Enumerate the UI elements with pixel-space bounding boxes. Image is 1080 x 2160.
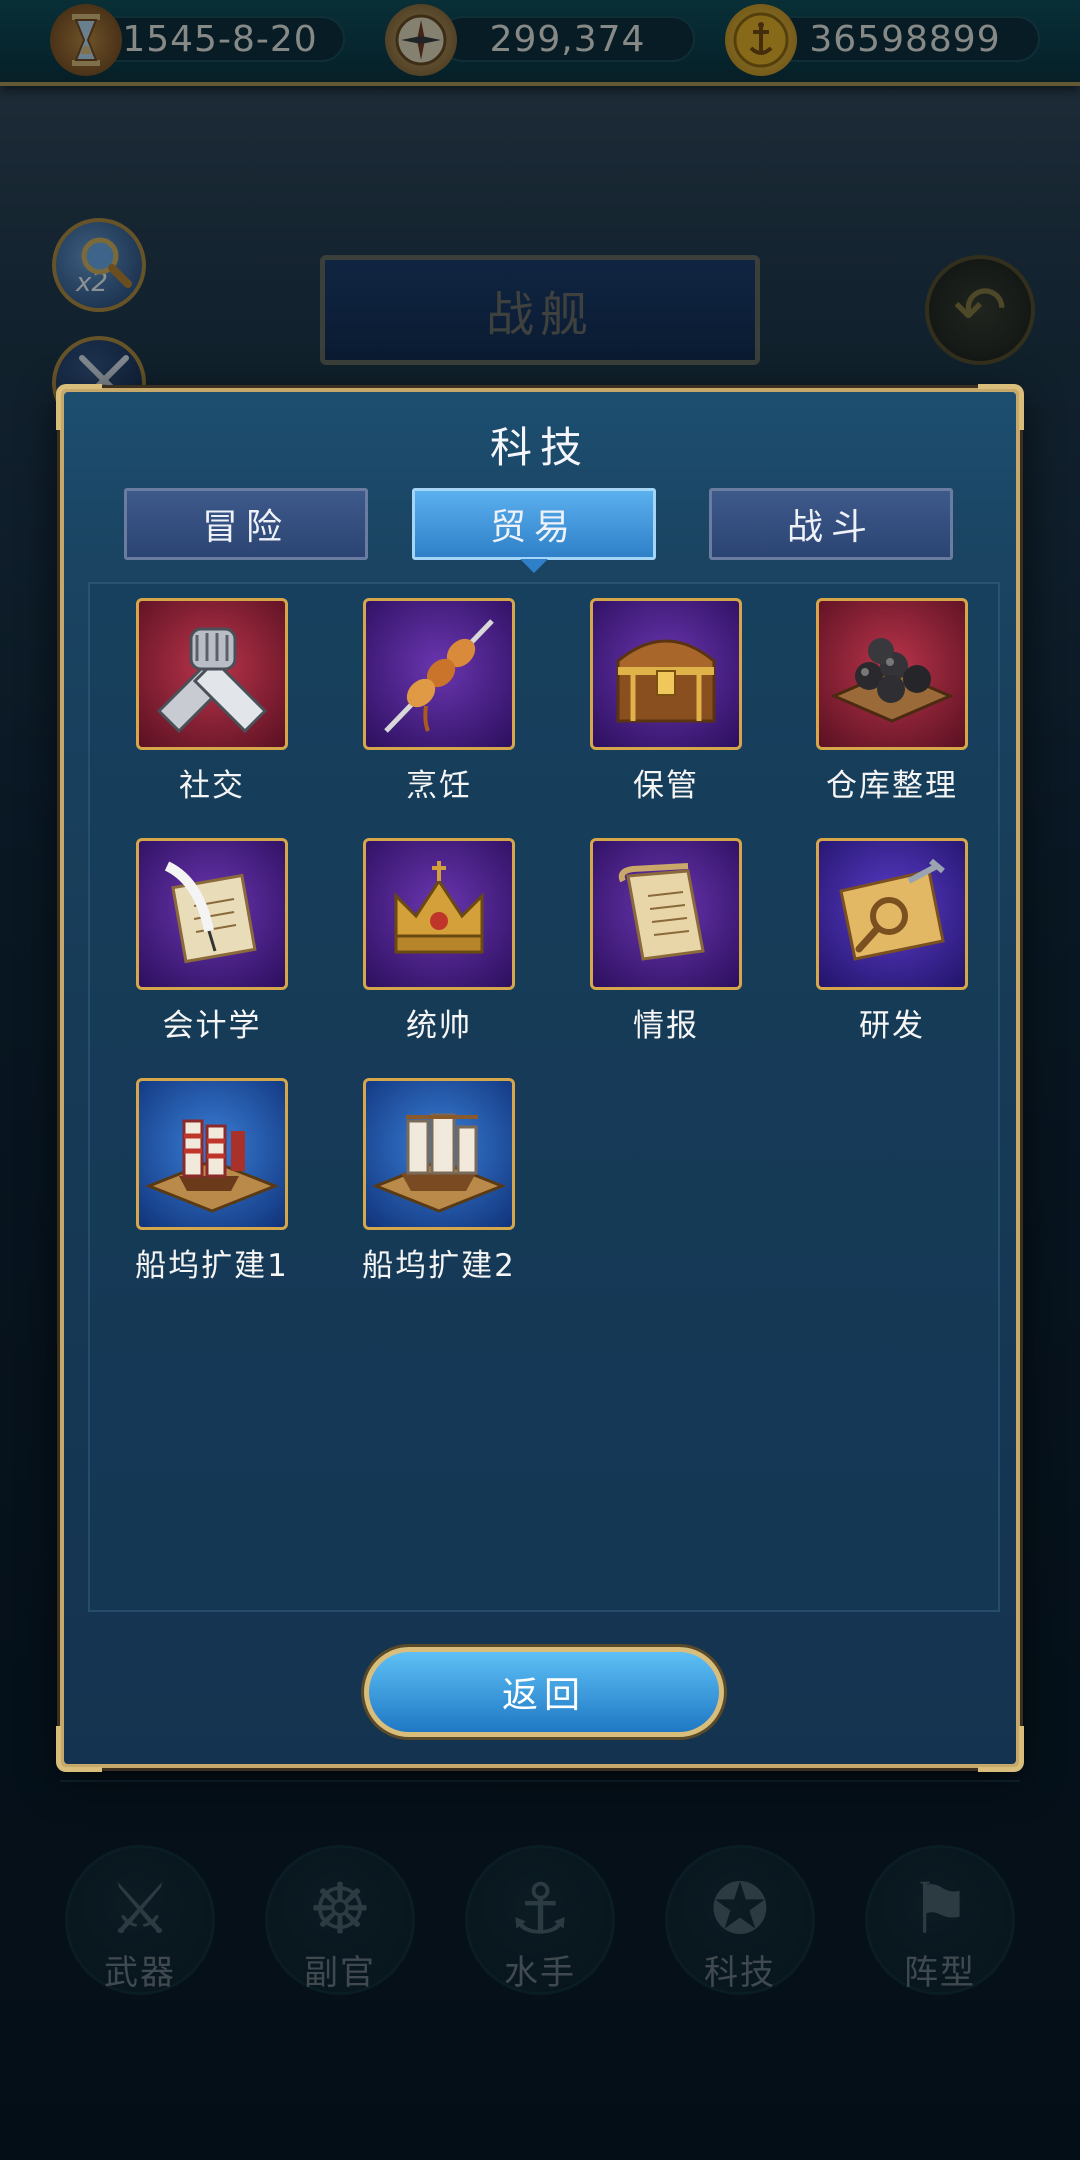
skill-warehouse[interactable]: 仓库整理 (802, 598, 982, 805)
skill-label: 研发 (859, 1008, 925, 1044)
handshake-gauntlet-icon (136, 598, 288, 750)
tech-panel: 科技 冒险 贸易 战斗 社交 烹饪 保管 仓库整理 会计学 统帅 情报 研发 船… (56, 384, 1024, 1772)
dock-ship-icon (136, 1078, 288, 1230)
skill-intel[interactable]: 情报 (576, 838, 756, 1045)
dock-ship-icon (363, 1078, 515, 1230)
tab-adventure[interactable]: 冒险 (124, 488, 368, 560)
frame-corner (978, 1726, 1024, 1772)
crown-icon (363, 838, 515, 990)
skill-label: 船坞扩建2 (362, 1248, 516, 1284)
blueprint-wrench-icon (816, 838, 968, 990)
skill-social[interactable]: 社交 (122, 598, 302, 805)
skewer-icon (363, 598, 515, 750)
tab-trade[interactable]: 贸易 (412, 488, 656, 573)
skill-accounting[interactable]: 会计学 (122, 838, 302, 1045)
skill-dock-expand-1[interactable]: 船坞扩建1 (122, 1078, 302, 1285)
skill-label: 船坞扩建1 (135, 1248, 289, 1284)
skill-cooking[interactable]: 烹饪 (349, 598, 529, 805)
skill-label: 社交 (179, 768, 245, 804)
panel-title: 科技 (489, 423, 590, 472)
skill-label: 仓库整理 (826, 768, 958, 804)
skill-label: 保管 (633, 768, 699, 804)
skill-label: 统帅 (406, 1008, 472, 1044)
treasure-chest-icon (590, 598, 742, 750)
return-button[interactable]: 返回 (364, 1647, 724, 1737)
skill-dock-expand-2[interactable]: 船坞扩建2 (349, 1078, 529, 1285)
skill-label: 烹饪 (406, 768, 472, 804)
cannonball-crate-icon (816, 598, 968, 750)
skill-research[interactable]: 研发 (802, 838, 982, 1045)
skill-storage[interactable]: 保管 (576, 598, 756, 805)
skill-grid: 社交 烹饪 保管 仓库整理 会计学 统帅 情报 研发 船坞扩建1 船坞扩建2 (88, 582, 1000, 1612)
game-screen: 1545-8-20 299,374 36598899 战舰 ↶ x2 x2 ⚔ … (0, 0, 1080, 2160)
scroll-icon (590, 838, 742, 990)
skill-command[interactable]: 统帅 (349, 838, 529, 1045)
frame-corner (56, 1726, 102, 1772)
skill-label: 情报 (633, 1008, 699, 1044)
skill-label: 会计学 (162, 1008, 262, 1044)
quill-scroll-icon (136, 838, 288, 990)
tab-combat[interactable]: 战斗 (709, 488, 953, 560)
